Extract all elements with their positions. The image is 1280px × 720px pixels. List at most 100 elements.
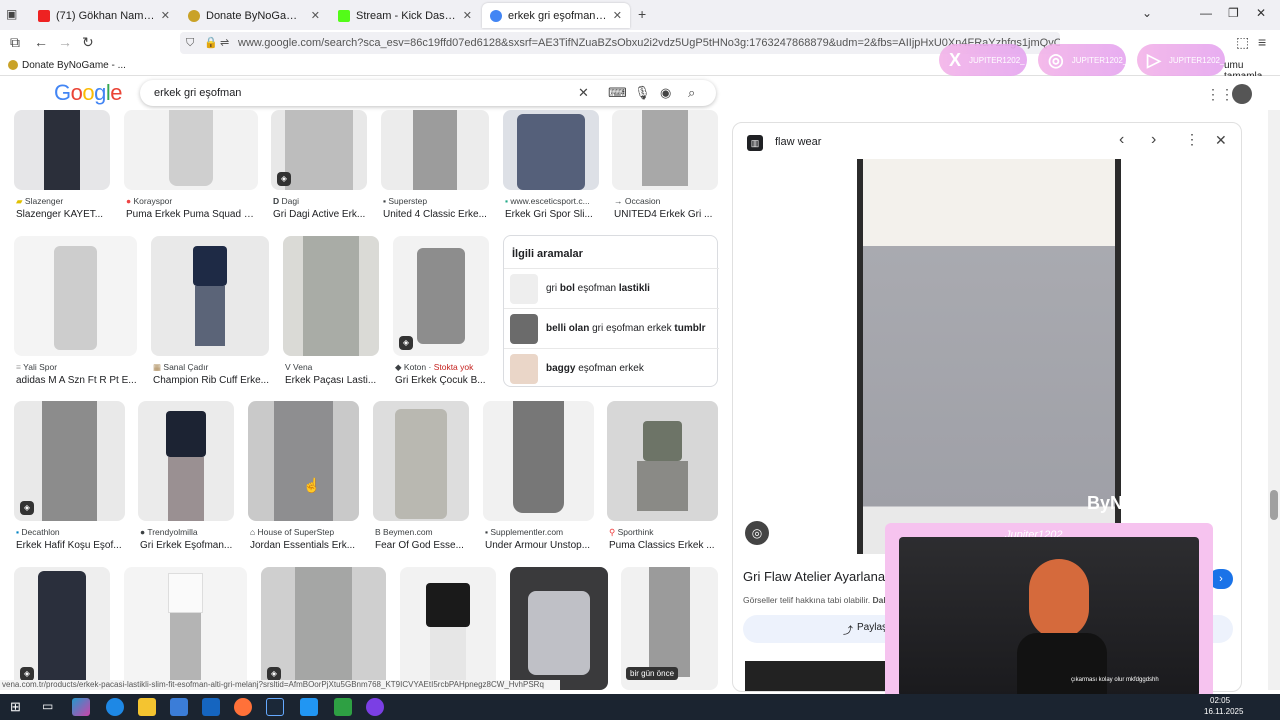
clear-icon[interactable]: ✕: [578, 80, 589, 106]
result-image[interactable]: ◈: [393, 236, 489, 356]
result-title[interactable]: adidas M A Szn Ft R Pt E...: [16, 375, 137, 386]
obs-icon[interactable]: [366, 698, 384, 716]
tab-google[interactable]: erkek gri eşofman - Google'da A✕: [482, 3, 630, 28]
result-image[interactable]: [151, 236, 269, 356]
result-title[interactable]: Gri Erkek Eşofman...: [140, 540, 234, 551]
result-title[interactable]: Gri Erkek Çocuk B...: [395, 375, 489, 386]
next-icon[interactable]: ›: [1151, 131, 1156, 149]
google-logo[interactable]: Google: [54, 80, 123, 106]
result-image[interactable]: [14, 236, 137, 356]
minimize-icon[interactable]: —: [1200, 6, 1212, 20]
source-favicon: ▥: [747, 135, 763, 151]
copilot-icon[interactable]: [72, 698, 90, 716]
clock-date[interactable]: 16.11.2025: [1204, 707, 1243, 716]
result-image[interactable]: ◈: [14, 401, 125, 521]
keyboard-icon[interactable]: ⌨: [608, 80, 627, 106]
menu-icon[interactable]: ≡: [1258, 34, 1266, 50]
reload-icon[interactable]: ↻: [82, 34, 94, 51]
source-name[interactable]: flaw wear: [775, 136, 821, 148]
close-window-icon[interactable]: ✕: [1256, 6, 1266, 20]
related-search-item[interactable]: gri bol eşofman lastikli: [504, 268, 719, 308]
result-image[interactable]: [124, 567, 247, 690]
result-source: D Dagi: [273, 196, 299, 206]
result-title[interactable]: Gri Dagi Active Erk...: [273, 209, 367, 220]
lens-icon[interactable]: ◎: [745, 521, 769, 545]
chevron-down-icon[interactable]: ⌄: [1142, 6, 1152, 20]
result-image[interactable]: ◈: [14, 567, 110, 690]
result-title[interactable]: Erkek Paçası Lasti...: [285, 375, 379, 386]
explorer-icon[interactable]: [138, 698, 156, 716]
extensions-icon[interactable]: ⬚: [1236, 34, 1249, 51]
result-image[interactable]: [124, 110, 258, 190]
steam-icon[interactable]: [266, 698, 284, 716]
avatar[interactable]: [1232, 84, 1252, 104]
result-title[interactable]: Slazenger KAYET...: [16, 209, 108, 220]
result-image[interactable]: [503, 110, 599, 190]
related-search-item[interactable]: baggy eşofman erkek: [504, 348, 719, 388]
close-icon[interactable]: ✕: [1215, 132, 1227, 149]
mail-icon[interactable]: [202, 698, 220, 716]
result-image[interactable]: [138, 401, 234, 521]
apps-icon[interactable]: ⋮⋮: [1206, 86, 1234, 103]
result-title[interactable]: Under Armour Unstop...: [485, 540, 594, 551]
result-image[interactable]: ◈: [271, 110, 367, 190]
previous-icon[interactable]: ‹: [1119, 131, 1124, 149]
result-image[interactable]: ◈: [261, 567, 386, 690]
result-title[interactable]: Jordan Essentials Erk...: [250, 540, 359, 551]
tab-youtube[interactable]: (71) Gökhan Namlı & @tekirori✕: [30, 3, 178, 28]
tab-bynogame[interactable]: Donate ByNoGame - Gelen/Gid✕: [180, 3, 328, 28]
result-image[interactable]: [510, 567, 608, 690]
address-bar[interactable]: ⛉ 🔒 ⇌ www.google.com/search?sca_esv=86c1…: [180, 32, 1060, 54]
result-title[interactable]: Champion Rib Cuff Erke...: [153, 375, 269, 386]
lens-icon[interactable]: ◉: [660, 80, 671, 106]
result-title[interactable]: Erkek Gri Spor Sli...: [505, 209, 599, 220]
app-icon[interactable]: [300, 698, 318, 716]
result-title[interactable]: Erkek Hafif Koşu Eşof...: [16, 540, 125, 551]
scrollbar[interactable]: [1268, 110, 1280, 690]
related-search-item[interactable]: belli olan gri eşofman erkek tumblr: [504, 308, 719, 348]
firefox-icon[interactable]: [234, 698, 252, 716]
google-icon: [490, 9, 502, 22]
result-image[interactable]: [400, 567, 496, 690]
microphone-icon[interactable]: 🎙: [634, 80, 651, 106]
search-input[interactable]: erkek gri eşofman ✕ ⌨ 🎙 ◉ ⌕: [140, 80, 716, 106]
app-icon[interactable]: [334, 698, 352, 716]
result-title[interactable]: United 4 Classic Erke...: [383, 209, 489, 220]
result-title[interactable]: Puma Erkek Puma Squad S...: [126, 209, 258, 220]
close-tab-icon[interactable]: ✕: [613, 9, 622, 22]
result-title[interactable]: Puma Classics Erkek ...: [609, 540, 718, 551]
result-image[interactable]: [248, 401, 359, 521]
edge-icon[interactable]: [106, 698, 124, 716]
restore-icon[interactable]: ❐: [1228, 6, 1239, 20]
more-options-icon[interactable]: ⋮: [1185, 131, 1199, 148]
result-title[interactable]: UNITED4 Erkek Gri ...: [614, 209, 718, 220]
clock-time[interactable]: 02:05: [1210, 696, 1230, 705]
result-image[interactable]: [373, 401, 469, 521]
youtube-social-badge: ▷ JUPITER1202_: [1137, 44, 1225, 76]
result-image[interactable]: [14, 110, 110, 190]
forward-icon[interactable]: →: [58, 34, 72, 50]
start-icon[interactable]: ⊞: [10, 699, 21, 715]
close-tab-icon[interactable]: ✕: [161, 9, 170, 22]
bookmark-item[interactable]: Donate ByNoGame - ...: [22, 60, 126, 71]
tab-list-icon[interactable]: ▣: [6, 7, 17, 21]
close-tab-icon[interactable]: ✕: [311, 9, 320, 22]
sidebar-icon[interactable]: ⧉: [10, 34, 20, 51]
result-image[interactable]: [483, 401, 594, 521]
result-image[interactable]: [612, 110, 718, 190]
store-icon[interactable]: [170, 698, 188, 716]
result-source: → Occasion: [614, 196, 661, 206]
result-image[interactable]: [381, 110, 489, 190]
back-icon[interactable]: ←: [34, 34, 48, 50]
preview-title[interactable]: Gri Flaw Atelier Ayarlanabi: [743, 569, 895, 584]
tab-kick[interactable]: Stream - Kick Dashboard✕: [330, 3, 480, 28]
result-title[interactable]: Fear Of God Esse...: [375, 540, 469, 551]
task-view-icon[interactable]: ▭: [42, 699, 53, 713]
preview-image[interactable]: [857, 159, 1121, 554]
search-icon[interactable]: ⌕: [688, 80, 695, 106]
result-image[interactable]: [283, 236, 379, 356]
related-thumbnail[interactable]: [745, 661, 885, 691]
result-image[interactable]: [607, 401, 718, 521]
new-tab-icon[interactable]: +: [638, 6, 646, 22]
close-tab-icon[interactable]: ✕: [463, 9, 472, 22]
